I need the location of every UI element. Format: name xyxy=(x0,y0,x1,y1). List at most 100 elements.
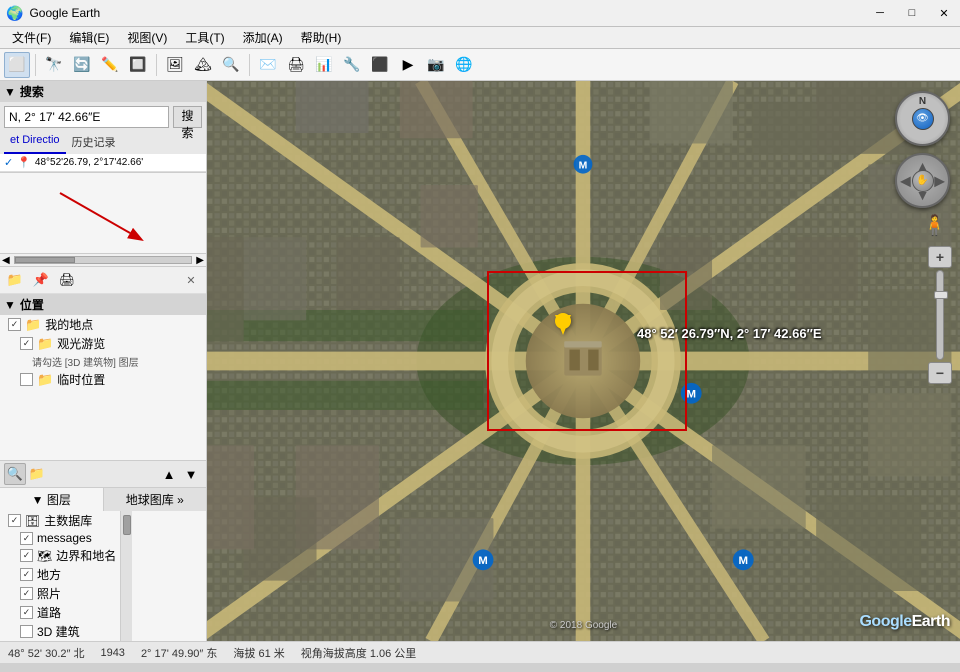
map-pin xyxy=(555,315,571,335)
nav-search-btn[interactable]: 🔍 xyxy=(4,463,26,485)
toolbar-btn-search2[interactable]: 🔍 xyxy=(218,52,244,78)
statusbar: 48° 52' 30.2″ 北 1943 2° 17' 49.90″ 东 海拔 … xyxy=(0,641,960,663)
toolbar-btn-print[interactable]: 🖨 xyxy=(283,52,309,78)
tab-globe-label: 地球图库 xyxy=(126,493,174,507)
search-title: 搜索 xyxy=(20,83,44,100)
toolbar-btn-map[interactable]: ⬜ xyxy=(4,52,30,78)
pan-down-btn[interactable]: ▼ xyxy=(916,187,930,203)
nav-ring: ▲ ▼ ◀ ▶ ✋ xyxy=(895,153,950,208)
tab-search[interactable]: et Directio xyxy=(4,132,66,154)
layer-borders[interactable]: 🗺 边界和地名 xyxy=(0,546,120,565)
sidebar-close-btn[interactable]: ✕ xyxy=(180,269,202,291)
3d-check[interactable] xyxy=(20,625,33,638)
main-db-check[interactable] xyxy=(8,514,21,527)
nav-places-btn[interactable]: 📁 xyxy=(26,463,48,485)
watermark-earth: Earth xyxy=(912,613,950,630)
layer-messages[interactable]: messages xyxy=(0,530,120,546)
sidebar: ▼ 搜索 N, 2° 17' 42.66″E 搜索 et Directio 历史… xyxy=(0,81,207,641)
toolbar: ⬜ 🔭 🔄 ✏️ 🔲 🖼 🏔 🔍 ✉️ 🖨 📊 🔧 ⬛ ▶ 📷 🌐 xyxy=(0,49,960,81)
titlebar: 🌍 Google Earth ─ □ ✕ xyxy=(0,0,960,27)
nav-up-btn[interactable]: ▲ xyxy=(158,463,180,485)
horizontal-scrollbar[interactable]: ◀ ▶ xyxy=(0,253,206,267)
zoom-thumb[interactable] xyxy=(934,291,948,299)
sidebar-print-btn[interactable]: 🖨 xyxy=(56,269,78,291)
toolbar-btn-7[interactable]: ⬛ xyxy=(367,52,393,78)
pan-right-btn[interactable]: ▶ xyxy=(934,172,945,189)
toolbar-btn-10[interactable]: 🌐 xyxy=(451,52,477,78)
toolbar-btn-8[interactable]: ▶ xyxy=(395,52,421,78)
menu-help[interactable]: 帮助(H) xyxy=(293,27,350,48)
status-coord1-suffix: 北 xyxy=(73,648,84,660)
tab-layer[interactable]: ▼ 图层 xyxy=(0,488,104,511)
layer-main-db[interactable]: 🗄 主数据库 xyxy=(0,511,120,530)
tab-globe[interactable]: 地球图库 » xyxy=(104,488,207,511)
layer-scroll[interactable]: 🗄 主数据库 messages 🗺 边界和地名 地方 xyxy=(0,511,120,641)
toolbar-btn-email[interactable]: ✉️ xyxy=(255,52,281,78)
result-checkmark: ✓ xyxy=(4,156,13,169)
messages-label: messages xyxy=(37,531,92,545)
maximize-button[interactable]: □ xyxy=(896,0,928,27)
svg-text:M: M xyxy=(579,160,588,171)
zoom-in-btn[interactable]: + xyxy=(928,246,952,268)
roads-check[interactable] xyxy=(20,606,33,619)
toolbar-btn-2[interactable]: 🔄 xyxy=(69,52,95,78)
scroll-left-btn[interactable]: ◀ xyxy=(2,255,10,266)
toolbar-btn-3[interactable]: ✏️ xyxy=(97,52,123,78)
menu-edit[interactable]: 编辑(E) xyxy=(61,27,117,48)
streetview-person[interactable]: 🧍 xyxy=(922,213,946,238)
sidebar-folder-btn[interactable]: 📁 xyxy=(4,269,26,291)
tree-my-places[interactable]: 📁 我的地点 xyxy=(0,315,206,334)
zoom-track[interactable] xyxy=(936,270,944,360)
close-button[interactable]: ✕ xyxy=(928,0,960,27)
toolbar-btn-terrain[interactable]: 🏔 xyxy=(190,52,216,78)
pan-left-btn[interactable]: ◀ xyxy=(900,172,911,189)
layer-places[interactable]: 地方 xyxy=(0,565,120,584)
search-result[interactable]: ✓ 📍 48°52'26.79, 2°17'42.66' xyxy=(0,154,206,172)
toolbar-btn-6[interactable]: 🔧 xyxy=(339,52,365,78)
person-icon: 🧍 xyxy=(922,213,946,238)
borders-check[interactable] xyxy=(20,549,33,562)
messages-check[interactable] xyxy=(20,532,33,545)
places-check[interactable] xyxy=(20,568,33,581)
menu-view[interactable]: 视图(V) xyxy=(119,27,175,48)
tab-history[interactable]: 历史记录 xyxy=(66,132,122,154)
nav-down-btn[interactable]: ▼ xyxy=(180,463,202,485)
tourism-check[interactable] xyxy=(20,337,33,350)
pos-triangle: ▼ xyxy=(4,298,16,312)
position-header[interactable]: ▼ 位置 xyxy=(0,294,206,315)
toolbar-btn-5[interactable]: 📊 xyxy=(311,52,337,78)
menu-file[interactable]: 文件(F) xyxy=(4,27,59,48)
layer-3d[interactable]: 3D 建筑 xyxy=(0,622,120,641)
photos-check[interactable] xyxy=(20,587,33,600)
search-button[interactable]: 搜索 xyxy=(173,106,202,128)
result-coord: 48°52'26.79, 2°17'42.66' xyxy=(35,157,143,168)
layer-roads[interactable]: 道路 xyxy=(0,603,120,622)
zoom-out-btn[interactable]: − xyxy=(928,362,952,384)
my-places-check[interactable] xyxy=(8,318,21,331)
toolbar-btn-fly[interactable]: 🔭 xyxy=(41,52,67,78)
map-area[interactable]: M M M M 48° 52′ 26.79″N, 2° 17′ 42.66″E … xyxy=(207,81,960,641)
compass-ring[interactable]: N 👁 xyxy=(895,91,950,146)
search-header[interactable]: ▼ 搜索 xyxy=(0,81,206,102)
scroll-right-btn[interactable]: ▶ xyxy=(196,255,204,266)
menu-add[interactable]: 添加(A) xyxy=(235,27,291,48)
pan-up-btn[interactable]: ▲ xyxy=(916,158,930,174)
temp-check[interactable] xyxy=(20,373,33,386)
toolbar-btn-4[interactable]: 🔲 xyxy=(125,52,151,78)
toolbar-btn-image[interactable]: 🖼 xyxy=(162,52,188,78)
tree-temp[interactable]: 📁 临时位置 xyxy=(0,370,206,389)
status-eye-label: 视角海拔高度 xyxy=(301,648,367,660)
tree-tourism[interactable]: 📁 观光游览 xyxy=(0,334,206,353)
sidebar-pin-btn[interactable]: 📌 xyxy=(30,269,52,291)
menu-tools[interactable]: 工具(T) xyxy=(177,27,232,48)
watermark-google: Google xyxy=(859,613,911,630)
search-input[interactable]: N, 2° 17' 42.66″E xyxy=(4,106,169,128)
layer-photos[interactable]: 照片 xyxy=(0,584,120,603)
pos-title: 位置 xyxy=(20,296,44,313)
minimize-button[interactable]: ─ xyxy=(864,0,896,27)
toolbar-btn-9[interactable]: 📷 xyxy=(423,52,449,78)
title-left: 🌍 Google Earth xyxy=(0,5,100,22)
compass-eye[interactable]: 👁 xyxy=(912,108,934,130)
roads-label: 道路 xyxy=(37,604,61,621)
layer-scrollbar[interactable] xyxy=(120,511,132,641)
